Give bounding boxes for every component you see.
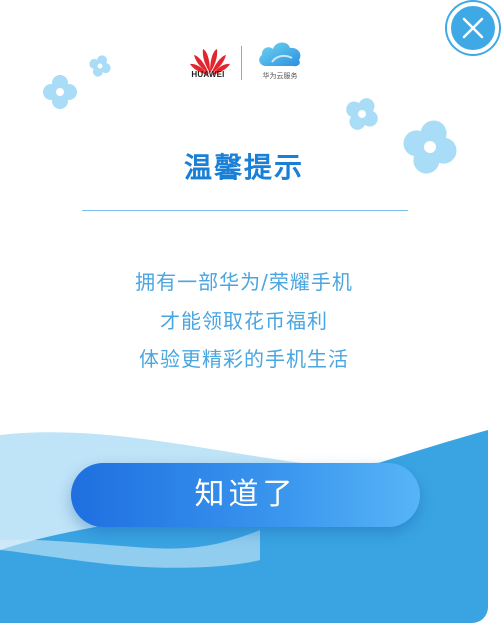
huawei-label: HUAWEI xyxy=(191,70,225,79)
confirm-button[interactable]: 知道了 xyxy=(71,463,420,527)
brand-logos: HUAWEI 华为云服务 xyxy=(188,38,308,84)
cloud-service-label: 华为云服务 xyxy=(262,72,298,80)
close-button[interactable] xyxy=(447,2,499,54)
flower-decoration-icon xyxy=(346,98,378,130)
flower-decoration-icon xyxy=(43,75,77,109)
dialog-title: 温馨提示 xyxy=(183,151,304,184)
message-line-2: 才能领取花币福利 xyxy=(160,309,328,333)
message-line-3: 体验更精彩的手机生活 xyxy=(139,347,349,371)
message-line-1: 拥有一部华为/荣耀手机 xyxy=(135,270,353,294)
flower-decoration-icon xyxy=(89,55,111,77)
cloud-service-logo-icon xyxy=(259,42,301,67)
title-divider xyxy=(82,210,408,211)
close-icon xyxy=(462,17,484,39)
tip-dialog: HUAWEI 华为云服务 温馨提示 拥有一部华为/荣耀手机 才能领取花币福利 体… xyxy=(0,0,488,623)
logo-divider xyxy=(241,46,242,80)
